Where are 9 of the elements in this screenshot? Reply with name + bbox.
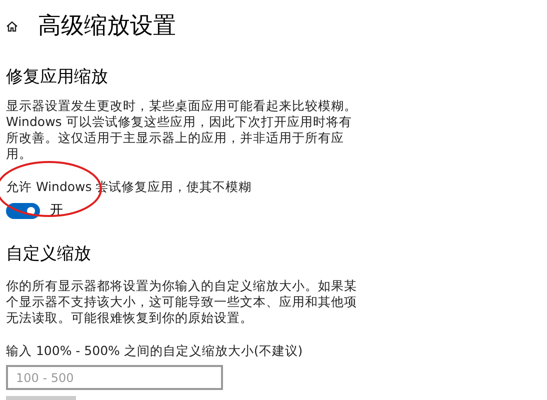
- toggle-state-text: 开: [50, 203, 63, 219]
- page-title: 高级缩放设置: [38, 12, 176, 41]
- home-icon[interactable]: [6, 20, 18, 32]
- description-text: 显示器设置发生更改时，某些桌面应用可能看起来比较模糊。Windows 可以尝试修复这些应用，因此下次打开应用时将有所改善。这仅适用于主显示器上的应用，并非适用于所有应用。: [6, 98, 358, 162]
- description-text: 你的所有显示器都将设置为你输入的自定义缩放大小。如果某个显示器不支持该大小，这可能导致一些文本、应用和其他项无法读取。可能很难恢复到你的原始设置。: [6, 278, 358, 326]
- input-field[interactable]: 100 - 500: [6, 365, 223, 390]
- section-heading: 自定义缩放: [5, 243, 92, 266]
- field-label: 输入 100% - 500% 之间的自定义缩放大小(不建议): [5, 343, 304, 359]
- section-heading: 修复应用缩放: [5, 66, 109, 89]
